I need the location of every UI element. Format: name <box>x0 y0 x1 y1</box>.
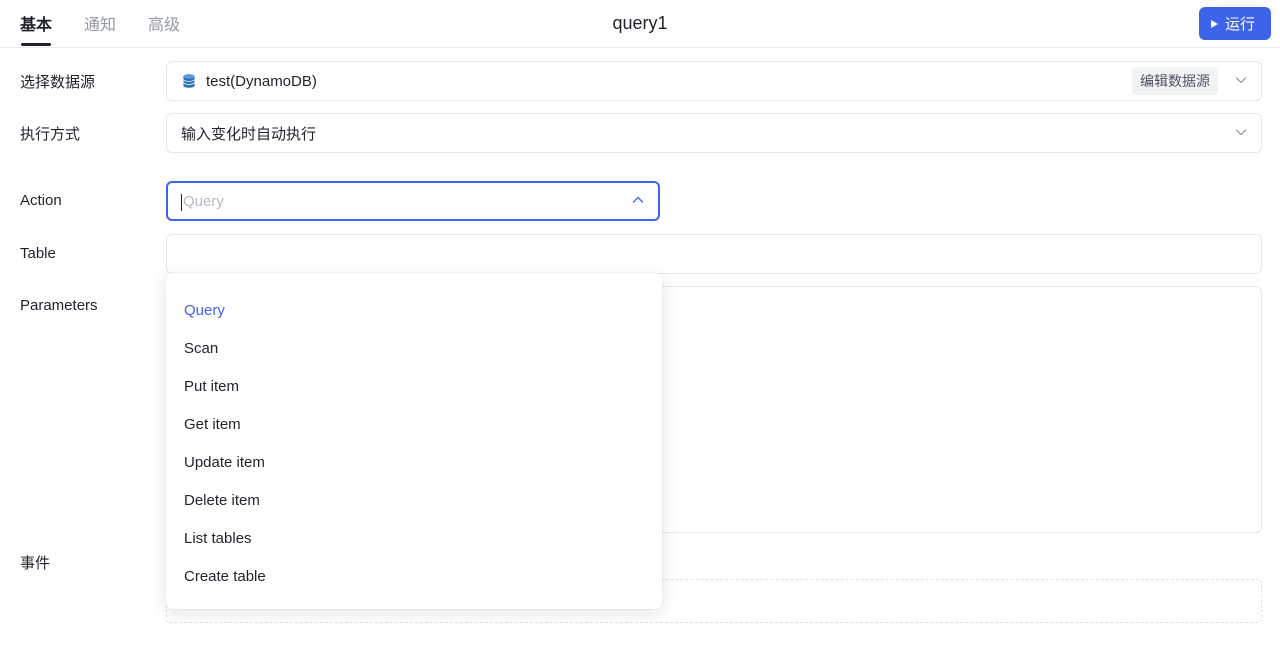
action-option-query[interactable]: Query <box>166 291 662 329</box>
chevron-down-icon <box>1235 74 1247 86</box>
page-title: query1 <box>612 13 668 33</box>
action-option-create-table[interactable]: Create table <box>166 557 662 595</box>
action-option-put-item[interactable]: Put item <box>166 367 662 405</box>
action-option-list-tables[interactable]: List tables <box>166 519 662 557</box>
row-action: Action Query <box>0 181 1280 221</box>
run-button-label: 运行 <box>1224 16 1255 33</box>
text-caret <box>181 193 182 211</box>
tab-basic-label: 基本 <box>20 16 53 34</box>
row-table: Table <box>0 234 1280 274</box>
chevron-down-icon <box>1235 126 1247 138</box>
action-option-update-item[interactable]: Update item <box>166 443 662 481</box>
tab-bar: 基本 通知 高级 <box>0 0 180 48</box>
action-option-label: Put item <box>184 377 240 395</box>
edit-datasource-button[interactable]: 编辑数据源 <box>1132 67 1218 95</box>
chevron-up-icon <box>632 194 644 206</box>
parameters-label: Parameters <box>20 297 98 314</box>
datasource-select[interactable]: test(DynamoDB) 编辑数据源 <box>166 61 1262 101</box>
tab-basic[interactable]: 基本 <box>20 0 52 48</box>
action-option-delete-item[interactable]: Delete item <box>166 481 662 519</box>
play-icon <box>1210 19 1218 28</box>
row-execution-mode: 执行方式 输入变化时自动执行 <box>0 113 1280 153</box>
execution-mode-label: 执行方式 <box>20 126 81 143</box>
app-header: 基本 通知 高级 query1 运行 <box>0 0 1280 48</box>
action-option-scan[interactable]: Scan <box>166 329 662 367</box>
action-dropdown-menu: Query Scan Put item Get item Update item… <box>166 273 662 609</box>
action-select[interactable]: Query <box>166 181 660 221</box>
database-icon <box>181 73 197 89</box>
action-option-label: List tables <box>184 529 252 547</box>
datasource-value: test(DynamoDB) <box>206 72 317 90</box>
action-option-label: Update item <box>184 453 265 471</box>
execution-mode-value: 输入变化时自动执行 <box>181 125 317 143</box>
action-option-label: Scan <box>184 339 219 357</box>
run-button[interactable]: 运行 <box>1198 7 1271 40</box>
datasource-label: 选择数据源 <box>20 74 96 91</box>
tab-advanced-label: 高级 <box>148 16 181 34</box>
tab-notification-label: 通知 <box>84 16 117 34</box>
action-option-get-item[interactable]: Get item <box>166 405 662 443</box>
row-datasource: 选择数据源 test(DynamoDB) 编辑数据源 <box>0 61 1280 101</box>
execution-mode-select[interactable]: 输入变化时自动执行 <box>166 113 1262 153</box>
action-option-label: Create table <box>184 567 266 585</box>
action-option-label: Delete item <box>184 491 260 509</box>
table-label: Table <box>20 245 56 262</box>
action-label: Action <box>20 192 62 209</box>
tab-advanced[interactable]: 高级 <box>148 0 180 48</box>
action-placeholder: Query <box>183 192 224 210</box>
table-input[interactable] <box>166 234 1262 274</box>
tab-notification[interactable]: 通知 <box>84 0 116 48</box>
action-option-label: Get item <box>184 415 241 433</box>
action-option-label: Query <box>184 301 225 319</box>
events-label: 事件 <box>20 555 51 572</box>
